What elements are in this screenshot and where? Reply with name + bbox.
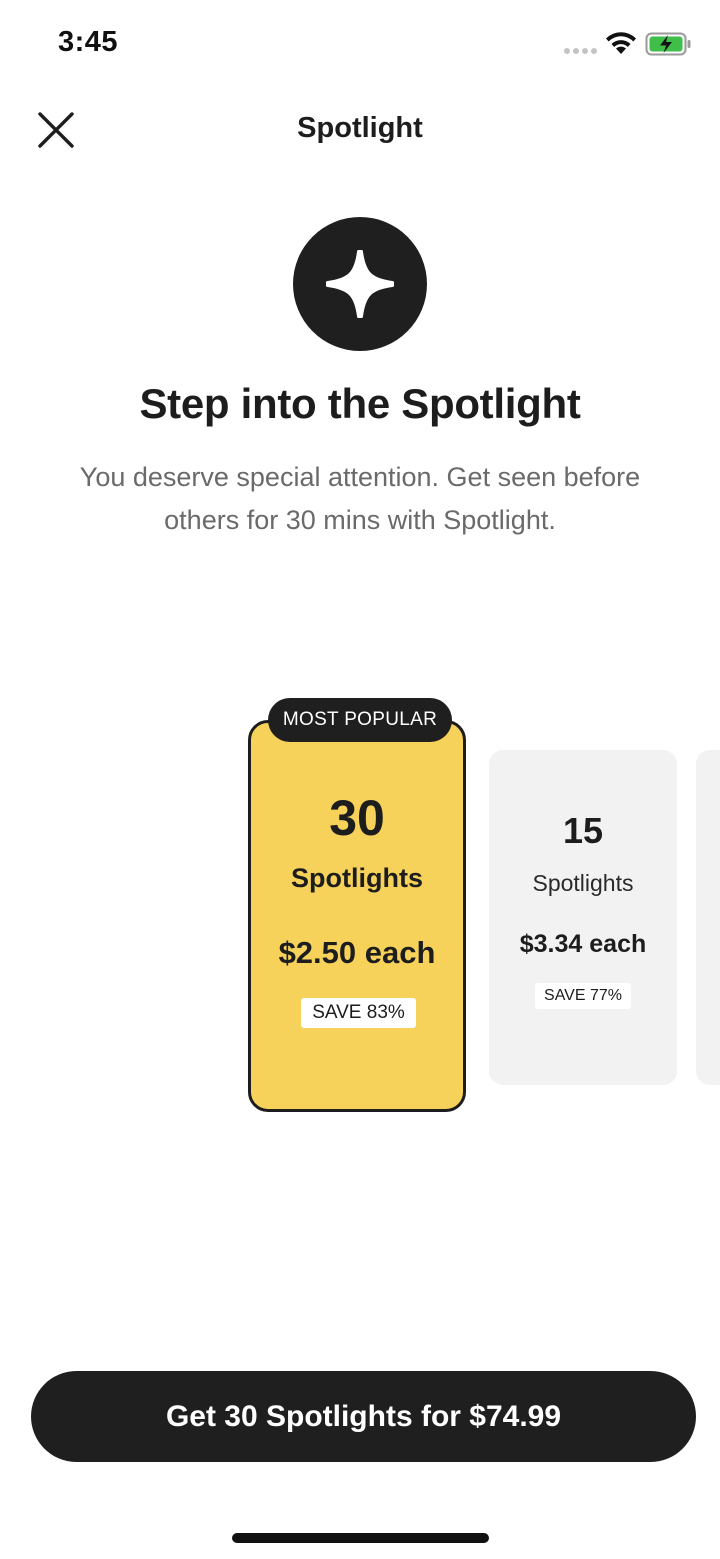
page-title: Spotlight [297, 112, 423, 144]
plan-card-15[interactable]: 15 Spotlights $3.34 each SAVE 77% [489, 750, 677, 1085]
most-popular-badge: MOST POPULAR [268, 698, 452, 742]
sparkle-icon [326, 250, 394, 318]
cellular-signal-icon [564, 48, 597, 54]
plan-card-30-selected[interactable]: 30 Spotlights $2.50 each SAVE 83% [248, 720, 466, 1112]
plan-quantity: 30 [329, 790, 385, 846]
spotlight-badge [293, 217, 427, 351]
plan-price: $2.50 each [278, 935, 436, 970]
plan-save-tag: SAVE 83% [301, 998, 416, 1028]
purchase-button[interactable]: Get 30 Spotlights for $74.99 [31, 1371, 696, 1462]
wifi-icon [606, 32, 636, 54]
header: Spotlight [0, 90, 720, 170]
plan-price: $3.34 each [519, 930, 647, 958]
plan-quantity: 15 [562, 810, 604, 851]
plan-card-next-peek[interactable] [696, 750, 720, 1085]
home-indicator[interactable] [232, 1533, 489, 1543]
status-time: 3:45 [58, 26, 119, 58]
status-bar: 3:45 [0, 0, 720, 90]
headline: Step into the Spotlight [139, 380, 581, 427]
plan-unit: Spotlights [532, 870, 634, 896]
battery-charging-icon [645, 32, 691, 56]
plan-save-tag: SAVE 77% [535, 983, 631, 1009]
subtitle: You deserve special attention. Get seen … [79, 462, 641, 535]
plan-unit: Spotlights [291, 863, 423, 893]
